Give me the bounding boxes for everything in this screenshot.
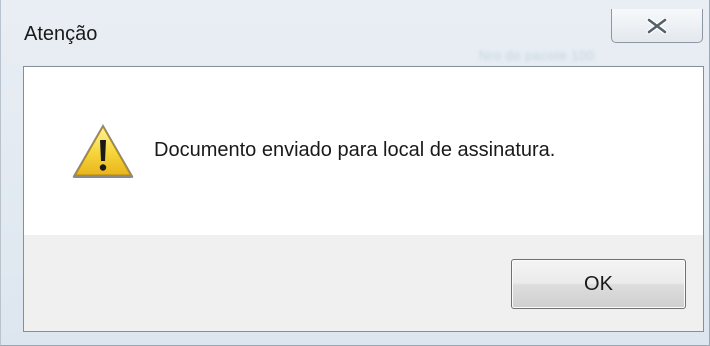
close-icon <box>646 17 668 34</box>
message-text: Documento enviado para local de assinatu… <box>154 139 556 161</box>
dialog-body: Documento enviado para local de assinatu… <box>23 66 704 332</box>
warning-icon <box>71 122 135 180</box>
close-button[interactable] <box>611 9 703 43</box>
title-bar[interactable]: Atenção Nro do pacote 100 <box>1 0 709 66</box>
message-area: Documento enviado para local de assinatu… <box>24 67 703 235</box>
dialog-window: Atenção Nro do pacote 100 Documento envi… <box>0 0 710 346</box>
button-bar: OK <box>24 235 703 331</box>
background-text: Nro do pacote 100 <box>479 48 595 63</box>
ok-button[interactable]: OK <box>511 259 686 309</box>
window-title: Atenção <box>24 23 98 45</box>
